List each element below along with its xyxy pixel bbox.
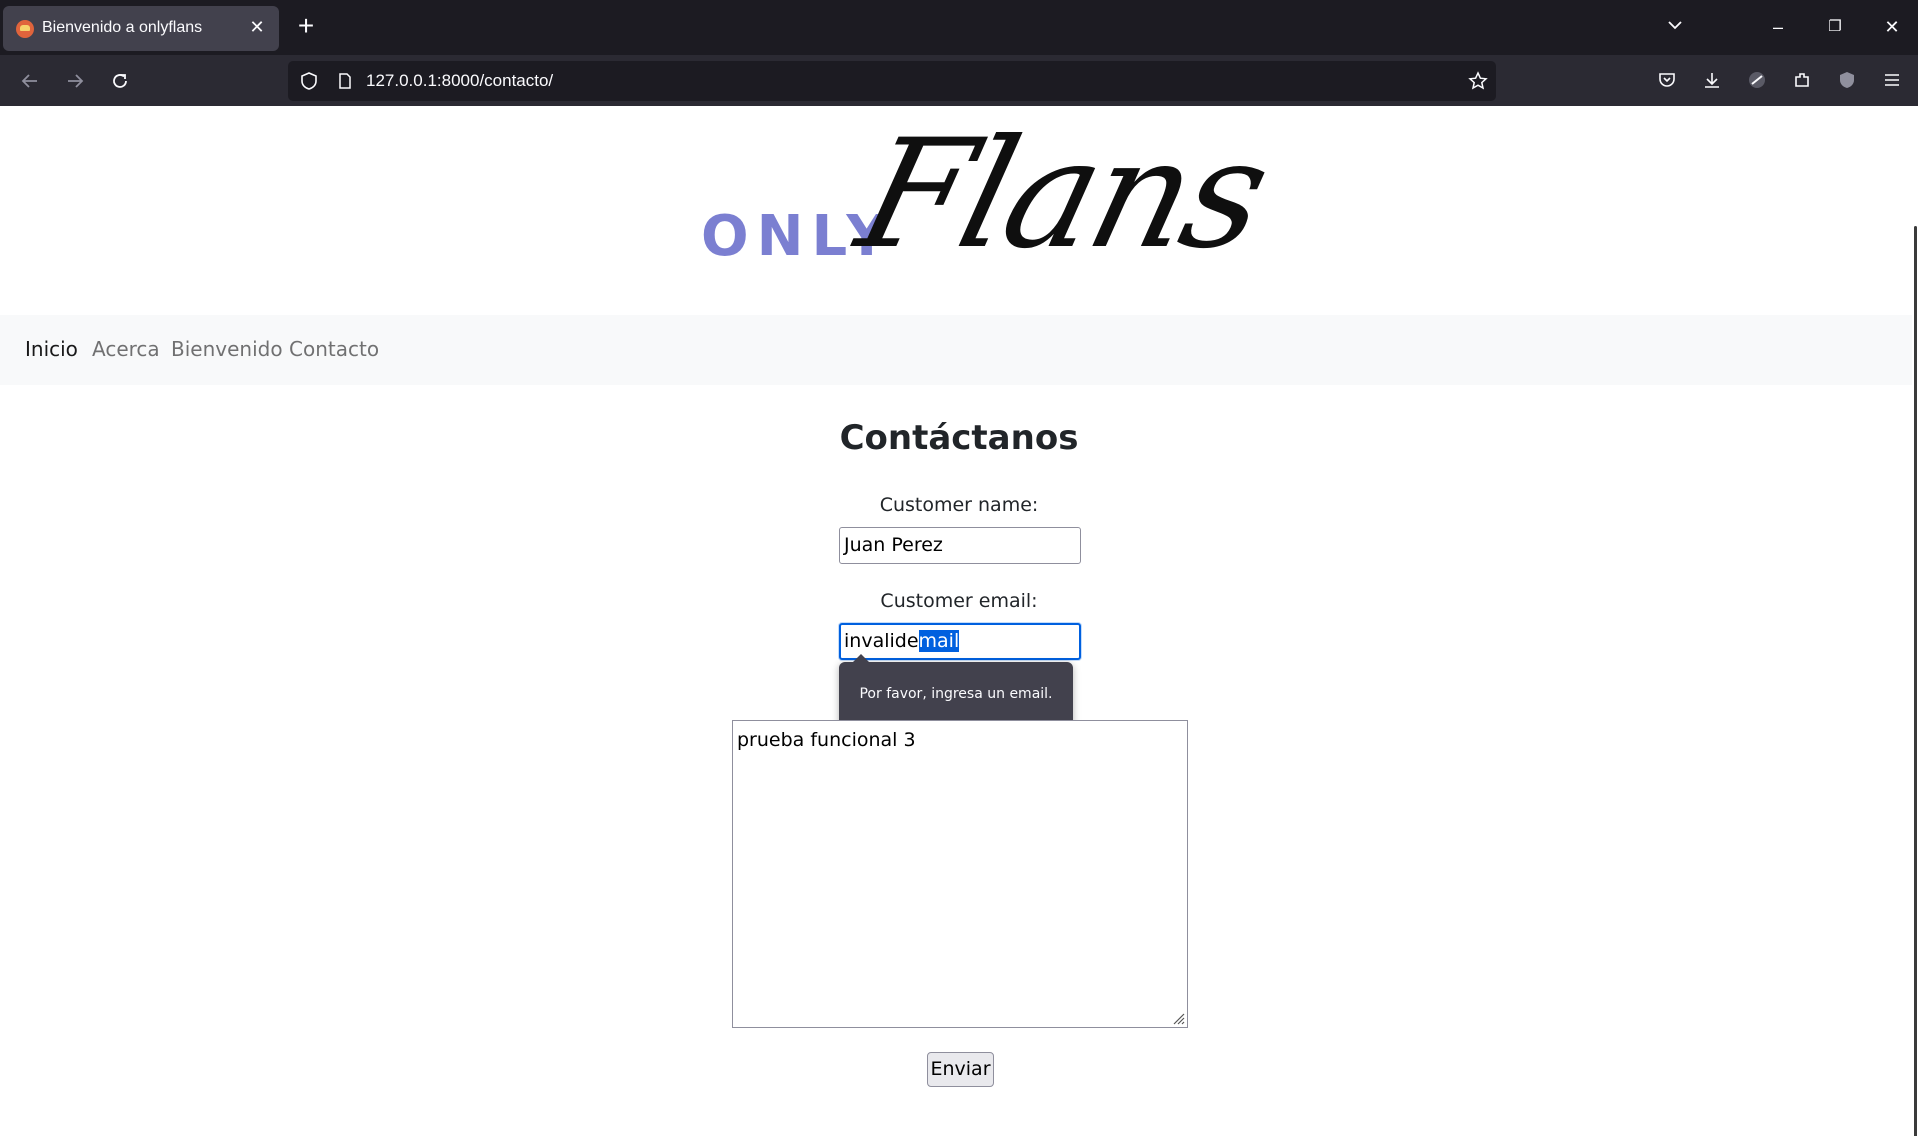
minimize-icon: – [1772,17,1783,37]
reload-button[interactable] [103,64,137,98]
shield-icon [301,72,317,90]
account-avatar-icon [1749,72,1765,88]
customer-name-label: Customer name: [879,494,1039,516]
forward-button[interactable] [58,64,92,98]
restore-button[interactable]: ❐ [1818,10,1852,44]
resize-grip-icon[interactable] [1169,1009,1185,1025]
page-scrollbar[interactable] [1912,106,1918,1136]
flan-favicon-icon [16,20,34,38]
email-text-unselected: invalide [844,630,919,652]
back-button[interactable] [13,64,47,98]
tab-title: Bienvenido a onlyflans [42,19,203,36]
email-text-selected: mail [918,630,960,652]
hamburger-menu-icon [1885,74,1899,86]
extensions-button[interactable] [1787,65,1817,95]
logo-script: Flans [843,108,1282,282]
nav-link-contacto[interactable]: Contacto [289,337,379,361]
site-logo[interactable]: ONLY Flans [690,108,1282,290]
bookmark-button[interactable] [1463,66,1493,96]
star-icon [1468,71,1488,90]
browser-titlebar: Bienvenido a onlyflans ✕ + – ❐ ✕ [0,0,1918,55]
message-textarea[interactable]: prueba funcional 3 [732,720,1188,1028]
account-button[interactable] [1742,65,1772,95]
shield-extension-icon [1840,72,1854,88]
download-icon [1705,73,1719,88]
puzzle-icon [1795,73,1809,87]
customer-email-input[interactable]: invalidemail [839,623,1081,660]
site-info-button[interactable] [330,66,360,96]
chevron-down-icon [1668,21,1682,30]
arrow-right-icon [68,74,84,88]
browser-tab-active[interactable]: Bienvenido a onlyflans ✕ [3,6,279,51]
pocket-icon [1659,73,1675,87]
page-icon [339,73,351,89]
tracking-protection-button[interactable] [294,66,324,96]
ublock-button[interactable] [1832,65,1862,95]
pocket-button[interactable] [1652,65,1682,95]
downloads-button[interactable] [1697,65,1727,95]
nav-link-inicio[interactable]: Inicio [25,337,78,361]
customer-name-input[interactable]: Juan Perez [839,527,1081,564]
page-title: Contáctanos [839,418,1079,458]
tab-list-button[interactable] [1658,10,1692,44]
arrow-left-icon [21,74,37,88]
scrollbar-thumb[interactable] [1914,226,1917,1136]
minimize-button[interactable]: – [1761,10,1795,44]
new-tab-button[interactable]: + [292,12,320,42]
window-close-button[interactable]: ✕ [1875,10,1909,44]
submit-button[interactable]: Enviar [927,1052,994,1087]
site-navbar: Inicio Acerca Bienvenido Contacto [0,315,1912,385]
customer-email-label: Customer email: [880,590,1038,612]
app-menu-button[interactable] [1877,65,1907,95]
message-text: prueba funcional 3 [737,729,916,751]
reload-icon [113,74,127,88]
nav-link-acerca[interactable]: Acerca [92,337,160,361]
url-text[interactable]: 127.0.0.1:8000/contacto/ [366,71,553,91]
restore-icon: ❐ [1828,18,1842,35]
nav-link-bienvenido[interactable]: Bienvenido [171,337,283,361]
validation-tooltip: Por favor, ingresa un email. [839,654,1073,727]
tab-close-icon[interactable]: ✕ [247,16,267,38]
window-close-icon: ✕ [1884,17,1900,37]
